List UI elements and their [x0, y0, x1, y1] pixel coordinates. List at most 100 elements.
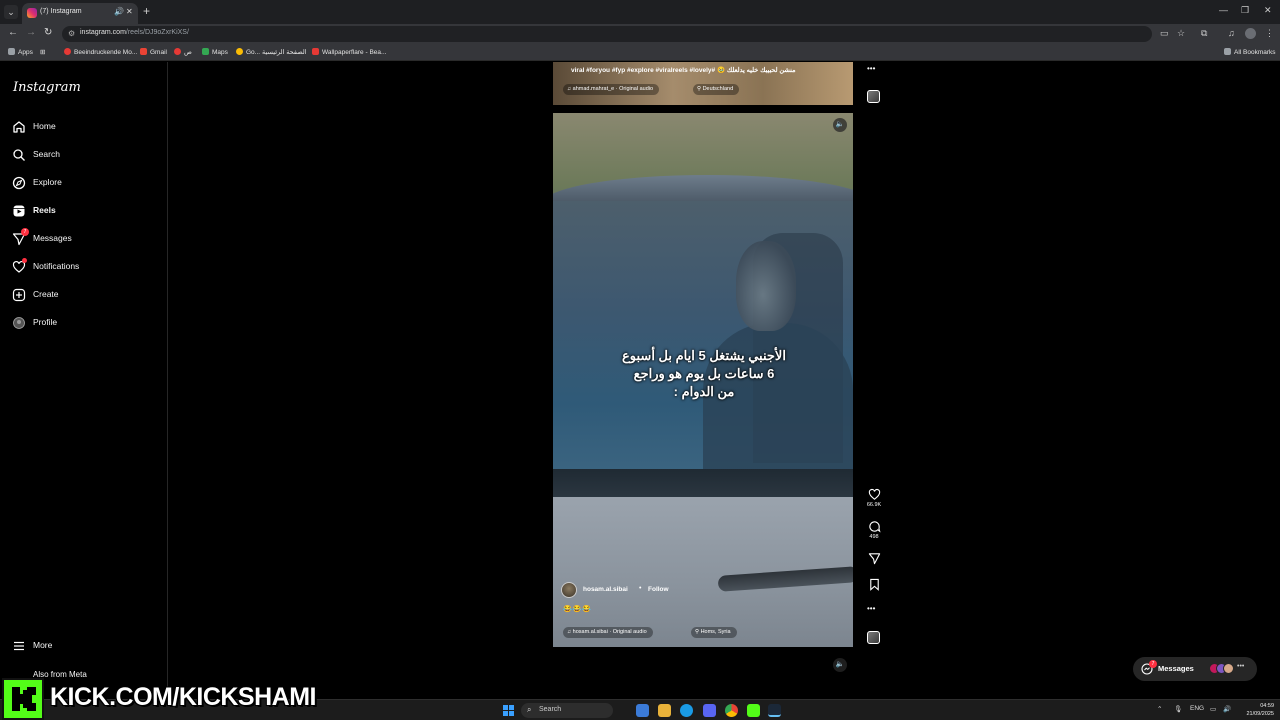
sidebar-item-notifications[interactable]: Notifications: [12, 258, 162, 278]
language-indicator[interactable]: ENG: [1190, 705, 1204, 712]
follow-button[interactable]: Follow: [648, 586, 669, 593]
all-bookmarks[interactable]: All Bookmarks: [1224, 48, 1276, 56]
author-avatar[interactable]: [561, 582, 577, 598]
edge-icon[interactable]: [680, 704, 693, 717]
reel-video[interactable]: الأجنبي يشتغل 5 ايام بل أسبوع 6 ساعات بل…: [553, 113, 853, 647]
sidebar-item-messages[interactable]: 7 Messages: [12, 228, 162, 250]
close-tab-icon[interactable]: ✕: [126, 7, 133, 16]
sidebar-item-label: Messages: [33, 233, 72, 243]
comment-button[interactable]: 498: [864, 520, 884, 540]
sidebar-item-profile[interactable]: Profile: [12, 314, 162, 334]
sidebar-item-more[interactable]: More: [12, 637, 162, 657]
profile-avatar-icon[interactable]: [1245, 28, 1256, 39]
bookmark-item[interactable]: Maps: [202, 48, 228, 56]
speaker-icon[interactable]: 🔊: [1223, 705, 1231, 713]
sidebar-item-home[interactable]: Home: [12, 118, 162, 138]
tray-overflow-icon[interactable]: ⌃: [1157, 705, 1162, 713]
clock-time: 04:59: [1260, 703, 1274, 709]
bookmark-icon: [869, 578, 879, 591]
minimize-icon[interactable]: —: [1219, 5, 1228, 15]
kick-k-icon: [12, 687, 36, 711]
bookmark-star-icon[interactable]: ☆: [1177, 28, 1185, 39]
sidebar-item-label: Reels: [33, 205, 56, 215]
taskbar-search[interactable]: ⌕ Search: [521, 703, 613, 718]
reload-icon[interactable]: ↻: [44, 27, 52, 38]
microphone-icon[interactable]: 🎙: [1174, 705, 1182, 713]
extensions-icon[interactable]: ⧉: [1201, 28, 1207, 39]
more-options-icon[interactable]: •••: [867, 64, 875, 73]
author-username[interactable]: hosam.al.sibai: [583, 586, 628, 593]
bookmarks-bar: Apps ⊞ Beeindruckende Mo... Gmail ص Maps…: [0, 44, 1280, 61]
taskbar-clock[interactable]: 04:59 21/09/2025: [1238, 702, 1274, 718]
audio-chip[interactable]: ♫ ahmad.mahrat_e · Original audio: [563, 84, 660, 95]
google-icon: [236, 48, 243, 55]
bookmark-item[interactable]: الصفحة الرئيسية: [262, 48, 307, 56]
sidebar-item-label: More: [33, 640, 53, 650]
bookmark-item[interactable]: Go...: [236, 48, 260, 56]
maps-icon: [202, 48, 209, 55]
previous-reel[interactable]: viral #foryou #fyp #explore #viralreels …: [553, 62, 853, 105]
restore-icon[interactable]: ❐: [1241, 5, 1249, 16]
file-explorer-icon[interactable]: [658, 704, 671, 717]
copilot-icon[interactable]: [636, 704, 649, 717]
close-window-icon[interactable]: ✕: [1264, 5, 1272, 16]
comment-icon: [868, 521, 881, 533]
network-icon[interactable]: ▭: [1210, 705, 1216, 713]
bookmark-item[interactable]: Beeindruckende Mo...: [64, 48, 137, 56]
window-sill: [553, 469, 853, 497]
sidebar-item-reels[interactable]: Reels: [12, 202, 162, 222]
youtube-icon: [64, 48, 71, 55]
sidebar-item-create[interactable]: Create: [12, 286, 162, 306]
hamburger-menu-icon: [14, 641, 24, 651]
audio-thumbnail-icon[interactable]: [867, 631, 880, 644]
messages-pill[interactable]: 7 Messages •••: [1133, 657, 1257, 681]
audio-thumbnail-icon[interactable]: [867, 90, 880, 103]
share-button[interactable]: [864, 552, 884, 565]
chrome-icon[interactable]: [725, 704, 738, 717]
send-icon: [868, 553, 880, 565]
home-icon: [13, 121, 25, 133]
search-icon: ⌕: [527, 705, 532, 714]
discord-icon[interactable]: [703, 704, 716, 717]
site-info-icon[interactable]: ⚙: [68, 29, 78, 39]
bookmark-item[interactable]: Wallpaperflare - Bea...: [312, 48, 386, 56]
tab-instagram[interactable]: (7) Instagram 🔊 ✕: [22, 3, 138, 24]
media-control-icon[interactable]: ♫: [1228, 28, 1235, 38]
url-text: instagram.com/reels/DJ9oZxrKiXS/: [80, 29, 189, 36]
taskbar-search-label: Search: [539, 706, 562, 713]
sidebar-item-explore[interactable]: Explore: [12, 174, 162, 194]
kick-icon[interactable]: [747, 704, 760, 717]
location-chip[interactable]: ⚲ Deutschland: [693, 84, 740, 95]
instagram-page: Instagram Home Search Explore Reels 7 Me…: [0, 62, 1280, 698]
instagram-logo[interactable]: Instagram: [13, 80, 81, 95]
folder-icon: [1224, 48, 1231, 55]
new-tab-button[interactable]: +: [143, 4, 150, 18]
menu-icon[interactable]: ⋮: [1265, 28, 1274, 39]
install-app-icon[interactable]: ▭: [1160, 28, 1169, 39]
bookmark-item[interactable]: ص: [174, 48, 192, 56]
like-button[interactable]: 66.9K: [864, 488, 884, 508]
sidebar-item-label: Home: [33, 121, 56, 131]
comment-count: 498: [869, 534, 879, 540]
sidebar-item-search[interactable]: Search: [12, 146, 162, 166]
audio-chip[interactable]: ♫ hosam.al.sibai · Original audio: [563, 627, 653, 638]
more-options-icon[interactable]: •••: [867, 604, 875, 613]
windows-start-icon[interactable]: [502, 704, 515, 717]
bookmark-item[interactable]: Apps: [8, 48, 33, 56]
compass-icon: [12, 176, 26, 190]
forward-icon[interactable]: →: [26, 27, 36, 38]
mute-icon[interactable]: 🔈: [833, 118, 847, 132]
kick-logo: [2, 678, 44, 720]
like-count: 66.9K: [866, 502, 882, 508]
bookmark-item[interactable]: Gmail: [140, 48, 167, 56]
steam-icon[interactable]: [768, 704, 781, 717]
messages-label: Messages: [1158, 664, 1194, 673]
save-button[interactable]: [864, 578, 884, 591]
speaker-icon[interactable]: 🔊: [114, 7, 124, 16]
tab-search-button[interactable]: ⌄: [4, 5, 18, 19]
back-icon[interactable]: ←: [8, 27, 18, 38]
tab-groups-icon[interactable]: ⊞: [40, 48, 45, 56]
location-chip[interactable]: ⚲ Homs, Syria: [691, 627, 737, 638]
volume-icon[interactable]: 🔈: [833, 658, 847, 672]
address-bar[interactable]: ⚙ instagram.com/reels/DJ9oZxrKiXS/: [62, 26, 1152, 42]
